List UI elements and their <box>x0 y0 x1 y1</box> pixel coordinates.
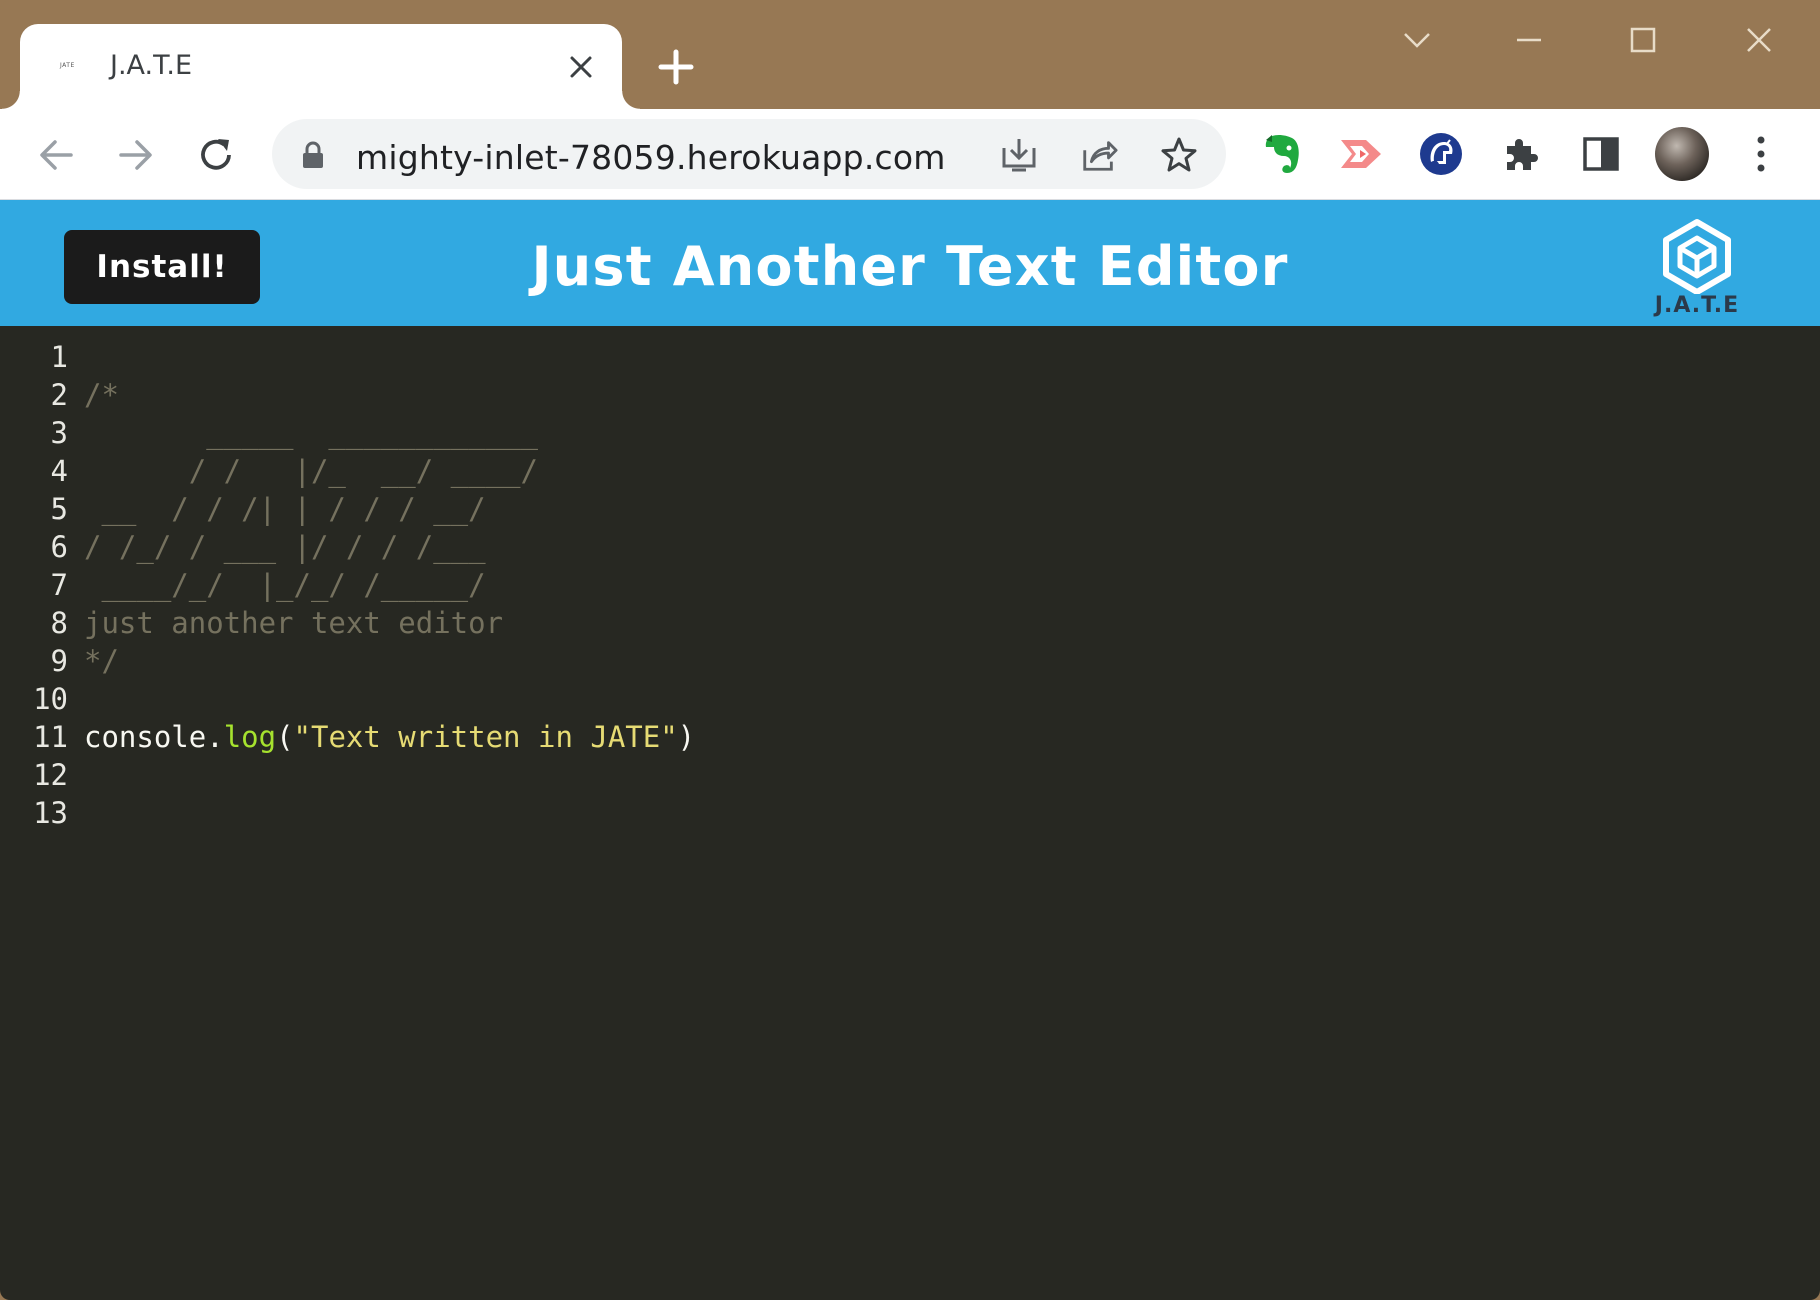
address-bar[interactable]: mighty-inlet-78059.herokuapp.com <box>272 119 1226 189</box>
kebab-menu-icon[interactable] <box>1738 131 1784 177</box>
editor-line[interactable]: 5 __ / / /| | / / / __/ <box>0 490 1820 528</box>
code-token: just another text editor <box>84 606 504 640</box>
line-number: 7 <box>50 568 68 602</box>
editor-line[interactable]: 2 /* <box>0 376 1820 414</box>
line-code[interactable]: __ / / /| | / / / __/ <box>84 490 486 528</box>
code-token: ) <box>677 720 696 754</box>
code-editor[interactable]: 1 2/* 3 _____ ____________ 4 / / |/_ __/ __… <box>0 326 1820 1300</box>
line-number: 8 <box>50 606 68 640</box>
video-extension-icon[interactable] <box>1338 131 1384 177</box>
maximize-icon[interactable] <box>1618 20 1668 60</box>
close-window-icon[interactable] <box>1734 20 1784 60</box>
line-number: 11 <box>33 720 68 754</box>
puzzle-icon[interactable] <box>1498 131 1544 177</box>
install-button[interactable]: Install! <box>64 230 260 304</box>
editor-line[interactable]: 1 <box>0 338 1820 376</box>
line-number: 10 <box>33 682 68 716</box>
jate-logo: J.A.T.E <box>1646 214 1748 320</box>
tab-strip: JATE J.A.T.E <box>0 0 1820 109</box>
code-token: ( <box>276 720 294 754</box>
tab-jate[interactable]: JATE J.A.T.E <box>2 24 640 109</box>
browser-toolbar: mighty-inlet-78059.herokuapp.com <box>0 109 1820 200</box>
line-number: 4 <box>50 454 68 488</box>
code-token: log <box>223 720 277 754</box>
star-icon[interactable] <box>1160 136 1198 174</box>
logo-text: J.A.T.E <box>1654 293 1740 318</box>
install-app-icon[interactable] <box>1000 136 1038 174</box>
app-header: Install! Just Another Text Editor J.A.T.… <box>0 200 1820 326</box>
helmet-extension-icon[interactable] <box>1418 131 1464 177</box>
page-title: Just Another Text Editor <box>531 235 1289 298</box>
line-code[interactable]: / / |/_ __/ ____/ <box>84 452 538 490</box>
editor-line[interactable]: 13 <box>0 794 1820 832</box>
editor-line[interactable]: 3 _____ ____________ <box>0 414 1820 452</box>
arrow-right-icon[interactable] <box>114 133 158 177</box>
editor-line[interactable]: 6 / /_/ / ___ |/ / / /___ <box>0 528 1820 566</box>
favicon-icon: JATE <box>60 62 75 69</box>
tab-title: J.A.T.E <box>110 50 193 81</box>
code-token: */ <box>84 644 119 678</box>
line-code[interactable]: / /_/ / ___ |/ / / /___ <box>84 528 486 566</box>
line-code[interactable]: _____ ____________ <box>84 414 538 452</box>
line-number: 3 <box>50 416 68 450</box>
editor-line[interactable]: 8 just another text editor <box>0 604 1820 642</box>
line-number: 2 <box>50 378 68 412</box>
line-number: 9 <box>50 644 68 678</box>
editor-line[interactable]: 12 <box>0 756 1820 794</box>
line-number: 5 <box>50 492 68 526</box>
share-icon[interactable] <box>1080 136 1118 174</box>
tab-search-icon[interactable] <box>1392 20 1442 60</box>
evernote-icon[interactable] <box>1260 131 1306 177</box>
line-code[interactable]: /* <box>84 376 119 414</box>
arrow-left-icon[interactable] <box>34 133 78 177</box>
new-tab-icon[interactable] <box>655 46 697 88</box>
lock-icon[interactable] <box>302 141 324 174</box>
reload-icon[interactable] <box>194 133 238 177</box>
line-code[interactable]: */ <box>84 642 119 680</box>
line-code[interactable]: ____/_/ |_/_/ /_____/ <box>84 566 486 604</box>
editor-line[interactable]: 9 */ <box>0 642 1820 680</box>
code-token: console. <box>84 720 224 754</box>
line-number: 1 <box>50 340 68 374</box>
code-token: / /_/ / ___ |/ / / /___ <box>84 530 486 564</box>
code-token: ____/_/ |_/_/ /_____/ <box>84 568 486 602</box>
line-number: 12 <box>33 758 68 792</box>
editor-line[interactable]: 11 console.log("Text written in JATE") <box>0 718 1820 756</box>
line-code[interactable]: just another text editor <box>84 604 503 642</box>
url-text[interactable]: mighty-inlet-78059.herokuapp.com <box>356 138 946 177</box>
cube-logo-icon <box>1663 219 1731 295</box>
line-code[interactable]: console.log("Text written in JATE") <box>84 718 695 756</box>
code-token: "Text written in JATE" <box>293 720 678 754</box>
code-token: _____ ____________ <box>84 416 538 450</box>
code-token: /* <box>84 378 119 412</box>
editor-line[interactable]: 4 / / |/_ __/ ____/ <box>0 452 1820 490</box>
close-tab-icon[interactable] <box>566 52 596 82</box>
editor-line[interactable]: 7 ____/_/ |_/_/ /_____/ <box>0 566 1820 604</box>
code-token: / / |/_ __/ ____/ <box>84 454 538 488</box>
editor-line[interactable]: 10 <box>0 680 1820 718</box>
side-panel-icon[interactable] <box>1578 131 1624 177</box>
profile-avatar[interactable] <box>1655 127 1709 181</box>
line-number: 13 <box>33 796 68 830</box>
browser-window: JATE J.A.T.E mighty-inlet-78059.herokuap… <box>0 0 1820 1300</box>
line-number: 6 <box>50 530 68 564</box>
minimize-icon[interactable] <box>1504 20 1554 60</box>
code-token: __ / / /| | / / / __/ <box>84 492 486 526</box>
